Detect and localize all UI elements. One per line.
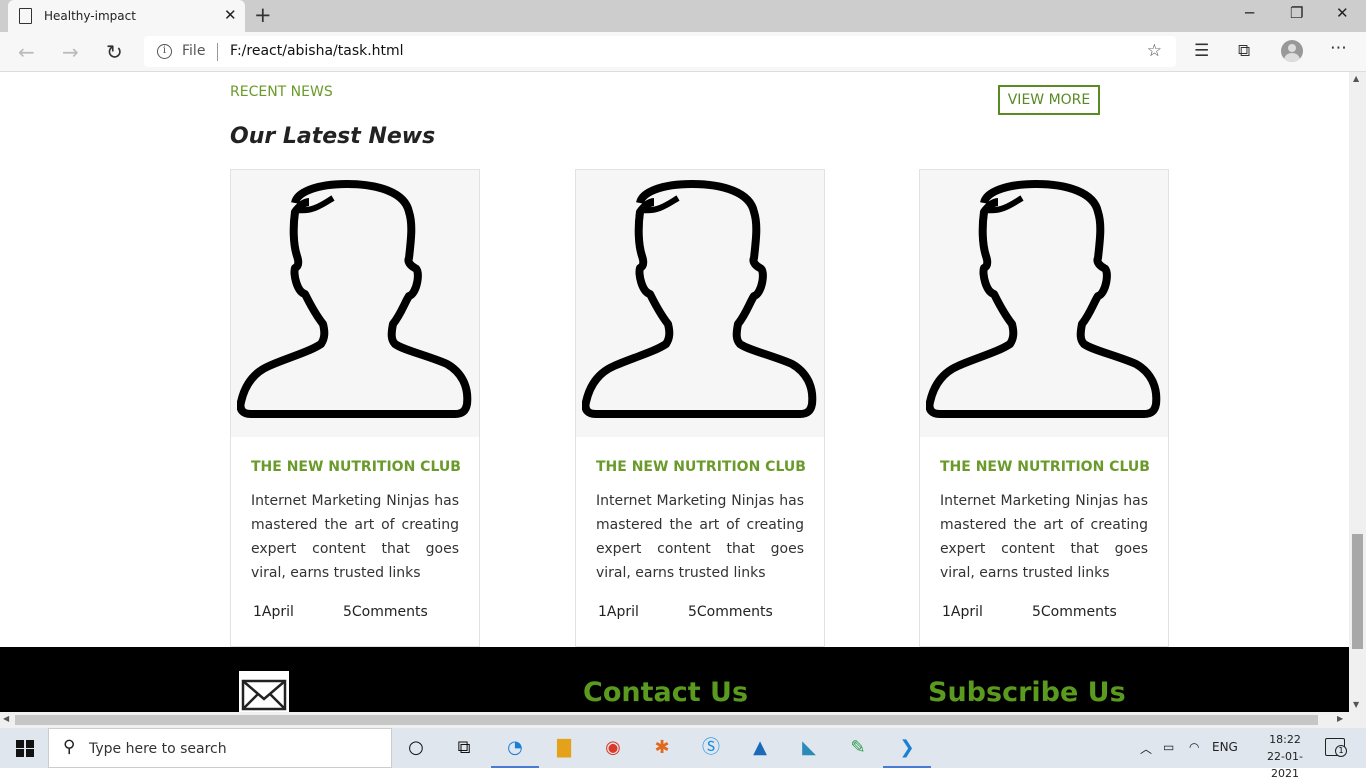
card-description: Internet Marketing Ninjas has mastered t… bbox=[251, 493, 459, 581]
edge-browser-icon[interactable]: ◔ bbox=[491, 736, 539, 768]
user-silhouette-icon bbox=[926, 180, 1161, 418]
card-description: Internet Marketing Ninjas has mastered t… bbox=[940, 493, 1148, 581]
mail-icon[interactable] bbox=[239, 671, 289, 712]
vscode-icon[interactable]: ❯ bbox=[883, 736, 931, 768]
divider bbox=[217, 43, 218, 61]
notification-icon[interactable]: 1 bbox=[1325, 738, 1347, 757]
vertical-scroll-thumb[interactable] bbox=[1352, 534, 1363, 649]
close-tab-icon[interactable]: ✕ bbox=[224, 6, 237, 24]
taskbar: ⚲ Type here to search ○ ⧉ ◔ ▇ ◉ ✱ Ⓢ ▲ ◣ … bbox=[0, 728, 1366, 780]
scroll-left-icon[interactable]: ◀ bbox=[3, 714, 9, 723]
contact-us-heading: Contact Us bbox=[583, 677, 749, 708]
tray-chevron-icon[interactable]: ︿ bbox=[1140, 740, 1152, 757]
search-placeholder: Type here to search bbox=[89, 741, 227, 757]
search-icon: ⚲ bbox=[63, 737, 76, 757]
language-indicator[interactable]: ENG bbox=[1212, 740, 1238, 754]
horizontal-scroll-thumb[interactable] bbox=[15, 715, 1318, 725]
close-window-icon[interactable]: ✕ bbox=[1336, 4, 1349, 22]
notepad-icon[interactable]: ✎ bbox=[846, 736, 870, 760]
card-title[interactable]: THE NEW NUTRITION CLUB bbox=[596, 459, 806, 475]
footer: Contact Us Subscribe Us bbox=[0, 647, 1349, 712]
favorites-icon[interactable]: ☰ bbox=[1194, 41, 1209, 61]
scroll-up-icon[interactable]: ▲ bbox=[1353, 74, 1359, 83]
browser-tab[interactable]: Healthy-impact ✕ bbox=[8, 0, 245, 32]
news-card[interactable]: THE NEW NUTRITION CLUB Internet Marketin… bbox=[575, 169, 825, 647]
news-card[interactable]: THE NEW NUTRITION CLUB Internet Marketin… bbox=[919, 169, 1169, 647]
card-date: 1April bbox=[942, 604, 983, 620]
subscribe-us-heading: Subscribe Us bbox=[928, 677, 1126, 708]
clock-time: 18:22 bbox=[1269, 733, 1301, 746]
photos-icon[interactable]: ▲ bbox=[748, 736, 772, 760]
taskbar-search-box[interactable]: ⚲ Type here to search bbox=[48, 728, 392, 768]
minimize-icon[interactable]: ─ bbox=[1245, 4, 1254, 22]
cortana-icon[interactable]: ○ bbox=[404, 736, 428, 760]
card-date: 1April bbox=[253, 604, 294, 620]
scroll-down-icon[interactable]: ▼ bbox=[1353, 700, 1359, 709]
profile-avatar[interactable] bbox=[1281, 40, 1303, 62]
card-image bbox=[231, 170, 479, 437]
system-clock[interactable]: 18:22 22-01-2021 bbox=[1255, 731, 1315, 782]
back-icon[interactable]: ← bbox=[18, 40, 35, 64]
chrome-icon[interactable]: ◉ bbox=[601, 736, 625, 760]
section-title: Our Latest News bbox=[230, 124, 436, 149]
url-field[interactable]: i File F:/react/abisha/task.html ☆ bbox=[144, 36, 1176, 67]
card-title[interactable]: THE NEW NUTRITION CLUB bbox=[940, 459, 1150, 475]
collections-icon[interactable]: ⧉ bbox=[1238, 41, 1250, 61]
card-comments[interactable]: 5Comments bbox=[1032, 604, 1117, 620]
page-viewport: RECENT NEWS VIEW MORE Our Latest News TH… bbox=[0, 72, 1349, 712]
task-view-icon[interactable]: ⧉ bbox=[452, 736, 476, 760]
card-title[interactable]: THE NEW NUTRITION CLUB bbox=[251, 459, 461, 475]
info-icon[interactable]: i bbox=[157, 44, 172, 59]
news-card[interactable]: THE NEW NUTRITION CLUB Internet Marketin… bbox=[230, 169, 480, 647]
forward-icon[interactable]: → bbox=[62, 40, 79, 64]
scroll-right-icon[interactable]: ▶ bbox=[1337, 714, 1343, 723]
page-icon bbox=[19, 8, 32, 24]
wifi-icon[interactable]: ◠ bbox=[1189, 740, 1199, 754]
browser-tab-bar: Healthy-impact ✕ + ─ ❐ ✕ bbox=[0, 0, 1366, 32]
favorite-star-icon[interactable]: ☆ bbox=[1147, 41, 1162, 61]
skype-icon[interactable]: Ⓢ bbox=[699, 736, 723, 760]
scrollbar-corner bbox=[1349, 712, 1366, 728]
card-comments[interactable]: 5Comments bbox=[343, 604, 428, 620]
card-comments[interactable]: 5Comments bbox=[688, 604, 773, 620]
url-text[interactable]: F:/react/abisha/task.html bbox=[230, 43, 404, 59]
notification-count: 1 bbox=[1335, 745, 1347, 757]
xampp-icon[interactable]: ✱ bbox=[650, 736, 674, 760]
card-image bbox=[920, 170, 1168, 437]
horizontal-scrollbar[interactable]: ◀ ▶ bbox=[0, 712, 1349, 728]
card-description: Internet Marketing Ninjas has mastered t… bbox=[596, 493, 804, 581]
card-date: 1April bbox=[598, 604, 639, 620]
battery-icon[interactable]: ▭ bbox=[1163, 740, 1174, 754]
card-image bbox=[576, 170, 824, 437]
tab-title: Healthy-impact bbox=[44, 9, 136, 23]
windows-start-icon[interactable] bbox=[16, 740, 34, 757]
user-silhouette-icon bbox=[237, 180, 472, 418]
more-menu-icon[interactable]: ⋯ bbox=[1330, 38, 1347, 58]
clock-date: 22-01-2021 bbox=[1267, 750, 1303, 780]
file-label: File bbox=[182, 43, 206, 59]
recent-news-label: RECENT NEWS bbox=[230, 84, 333, 100]
paint-icon[interactable]: ◣ bbox=[797, 736, 821, 760]
vertical-scrollbar[interactable]: ▲ ▼ bbox=[1349, 72, 1366, 712]
view-more-button[interactable]: VIEW MORE bbox=[998, 85, 1100, 115]
restore-icon[interactable]: ❐ bbox=[1290, 4, 1303, 22]
user-silhouette-icon bbox=[582, 180, 817, 418]
file-explorer-icon[interactable]: ▇ bbox=[552, 736, 576, 760]
address-bar: ← → ↻ i File F:/react/abisha/task.html ☆… bbox=[0, 32, 1366, 72]
reload-icon[interactable]: ↻ bbox=[106, 40, 123, 64]
new-tab-icon[interactable]: + bbox=[254, 3, 272, 27]
